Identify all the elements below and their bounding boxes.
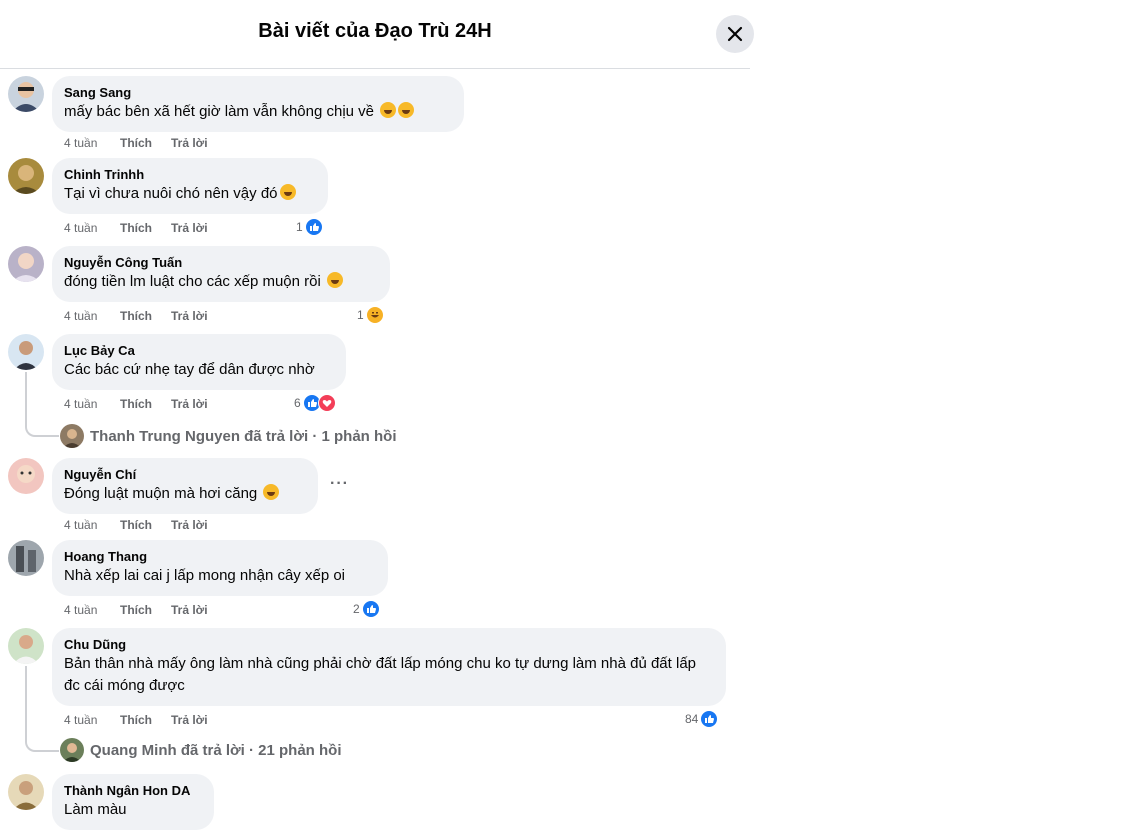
reaction-summary[interactable]: 84 <box>685 710 719 728</box>
comment-actions: 4 tuần Thích Trả lời <box>64 136 208 150</box>
comment-text: mấy bác bên xã hết giờ làm vẫn không chị… <box>64 101 452 123</box>
comment-time[interactable]: 4 tuần <box>64 221 120 235</box>
grin-sweat-emoji-icon <box>398 102 415 118</box>
comment-time[interactable]: 4 tuần <box>64 309 120 323</box>
avatar[interactable] <box>8 158 44 194</box>
comment-bubble: Chinh Trinhh Tại vì chưa nuôi chó nên vậ… <box>52 158 328 214</box>
close-icon <box>727 26 743 42</box>
comment-time[interactable]: 4 tuần <box>64 713 120 727</box>
reply-button[interactable]: Trả lời <box>171 397 208 411</box>
avatar[interactable] <box>8 774 44 810</box>
reply-button[interactable]: Trả lời <box>171 603 208 617</box>
comment-author[interactable]: Nguyễn Chí <box>64 466 306 483</box>
reply-button[interactable]: Trả lời <box>171 518 208 532</box>
comment-bubble: Nguyễn Công Tuấn đóng tiền lm luật cho c… <box>52 246 390 302</box>
reaction-summary[interactable]: 2 <box>353 600 380 618</box>
like-button[interactable]: Thích <box>120 518 171 532</box>
thread-connector <box>25 421 59 437</box>
comment-author[interactable]: Chinh Trinhh <box>64 166 316 183</box>
dialog-header: Bài viết của Đạo Trù 24H <box>0 0 754 69</box>
comment-text: đóng tiền lm luật cho các xếp muộn rồi <box>64 271 378 293</box>
thread-line <box>25 666 27 738</box>
reply-button[interactable]: Trả lời <box>171 309 208 323</box>
reaction-count: 6 <box>294 396 301 410</box>
comment-author[interactable]: Sang Sang <box>64 84 452 101</box>
close-button[interactable] <box>716 15 754 53</box>
comment-bubble: Sang Sang mấy bác bên xã hết giờ làm vẫn… <box>52 76 464 132</box>
reaction-count: 2 <box>353 602 360 616</box>
comment-actions: 4 tuần Thích Trả lời <box>64 309 208 323</box>
thread-line <box>25 372 27 422</box>
like-button[interactable]: Thích <box>120 713 171 727</box>
comment-text: Đóng luật muộn mà hơi căng <box>64 483 306 505</box>
avatar[interactable] <box>8 76 44 112</box>
thread-connector <box>25 736 59 752</box>
comment-actions: 4 tuần Thích Trả lời <box>64 603 208 617</box>
comment-author[interactable]: Lục Bảy Ca <box>64 342 334 359</box>
comment-bubble: Thành Ngân Hon DA Làm màu <box>52 774 214 830</box>
grin-sweat-emoji-icon <box>326 272 343 288</box>
comment-text: Nhà xếp lai cai j lấp mong nhận cây xếp … <box>64 567 346 584</box>
comment-actions: 4 tuần Thích Trả lời <box>64 397 208 411</box>
view-replies-link[interactable]: Thanh Trung Nguyen đã trả lời · 1 phản h… <box>60 424 397 448</box>
rofl-emoji-icon <box>263 484 280 500</box>
comment-author[interactable]: Chu Dũng <box>64 636 714 653</box>
reaction-summary[interactable]: 1 <box>357 306 384 324</box>
comment-bubble: Hoang Thang Nhà xếp lai cai j lấp mong n… <box>52 540 388 596</box>
comment-author[interactable]: Hoang Thang <box>64 548 376 565</box>
avatar[interactable] <box>8 540 44 576</box>
like-button[interactable]: Thích <box>120 309 171 323</box>
replier-avatar <box>60 424 84 448</box>
comment-time[interactable]: 4 tuần <box>64 518 120 532</box>
reaction-count: 1 <box>296 220 303 234</box>
post-comments-dialog: Bài viết của Đạo Trù 24H Sang Sang mấy b… <box>0 0 754 830</box>
reaction-count: 84 <box>685 712 699 726</box>
reaction-count: 1 <box>357 308 364 322</box>
comment-bubble: Nguyễn Chí Đóng luật muộn mà hơi căng <box>52 458 318 514</box>
avatar[interactable] <box>8 246 44 282</box>
reply-summary-text: Thanh Trung Nguyen đã trả lời · 1 phản h… <box>90 427 397 445</box>
replier-avatar <box>60 738 84 762</box>
comment-text: Làm màu <box>64 801 127 818</box>
more-options-button[interactable]: ··· <box>330 475 349 493</box>
comment-time[interactable]: 4 tuần <box>64 136 120 150</box>
like-button[interactable]: Thích <box>120 397 171 411</box>
like-button[interactable]: Thích <box>120 221 171 235</box>
like-button[interactable]: Thích <box>120 136 171 150</box>
haha-reaction-icon <box>365 306 384 324</box>
like-reaction-icon <box>361 600 380 618</box>
like-reaction-icon <box>304 218 323 236</box>
reply-button[interactable]: Trả lời <box>171 713 208 727</box>
comment-bubble: Chu Dũng Bản thân nhà mấy ông làm nhà cũ… <box>52 628 726 706</box>
comment-text: Bản thân nhà mấy ông làm nhà cũng phải c… <box>64 655 696 694</box>
like-button[interactable]: Thích <box>120 603 171 617</box>
grin-sweat-emoji-icon <box>279 184 296 200</box>
reply-summary-text: Quang Minh đã trả lời · 21 phản hồi <box>90 741 342 759</box>
comment-text: Các bác cứ nhẹ tay để dân được nhờ <box>64 361 315 378</box>
comment-actions: 4 tuần Thích Trả lời <box>64 713 208 727</box>
avatar[interactable] <box>8 628 44 664</box>
comment-time[interactable]: 4 tuần <box>64 397 120 411</box>
reply-button[interactable]: Trả lời <box>171 221 208 235</box>
comment-actions: 4 tuần Thích Trả lời <box>64 518 208 532</box>
comment-time[interactable]: 4 tuần <box>64 603 120 617</box>
like-reaction-icon <box>700 710 719 728</box>
comment-author[interactable]: Thành Ngân Hon DA <box>64 782 202 799</box>
avatar[interactable] <box>8 458 44 494</box>
reaction-summary[interactable]: 6 <box>294 394 336 412</box>
reaction-summary[interactable]: 1 <box>296 218 323 236</box>
page-title: Bài viết của Đạo Trù 24H <box>258 20 492 42</box>
love-reaction-icon <box>317 394 336 412</box>
comment-bubble: Lục Bảy Ca Các bác cứ nhẹ tay để dân đượ… <box>52 334 346 390</box>
reply-button[interactable]: Trả lời <box>171 136 208 150</box>
comment-author[interactable]: Nguyễn Công Tuấn <box>64 254 378 271</box>
rofl-emoji-icon <box>380 102 397 118</box>
comment-actions: 4 tuần Thích Trả lời <box>64 221 208 235</box>
view-replies-link[interactable]: Quang Minh đã trả lời · 21 phản hồi <box>60 738 342 762</box>
comment-text: Tại vì chưa nuôi chó nên vậy đó <box>64 183 316 205</box>
avatar[interactable] <box>8 334 44 370</box>
